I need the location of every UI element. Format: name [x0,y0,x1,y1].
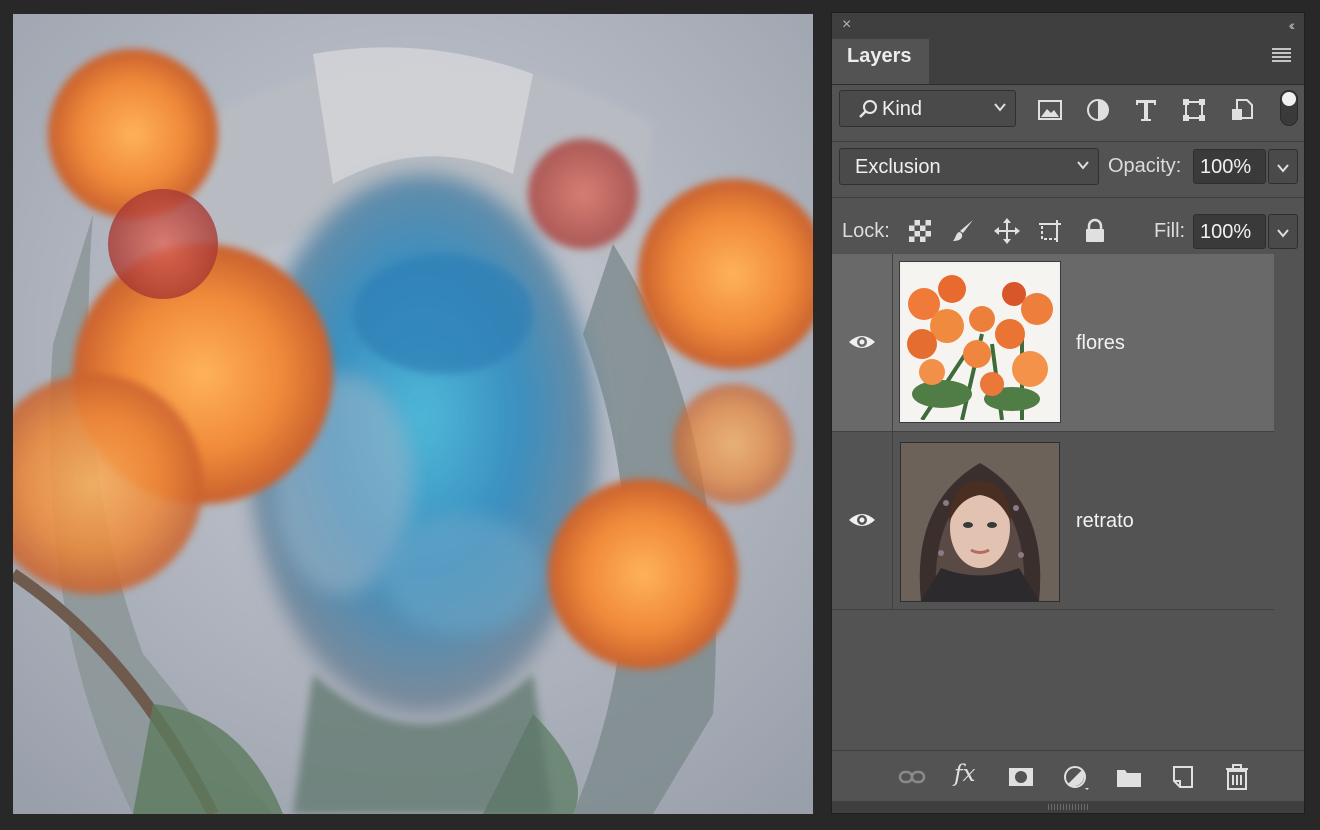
panel-title-bar: × ‹‹ [832,13,1304,39]
blend-mode-label: Exclusion [855,156,941,178]
layer-filter-row: Kind [832,85,1304,142]
portrait-thumbnail-image [901,443,1059,601]
kind-filter-dropdown[interactable]: Kind [839,90,1016,127]
canvas-artwork [13,14,813,814]
adjustment-filter-icon[interactable] [1085,97,1111,123]
lock-all-icon[interactable] [1082,218,1108,244]
new-layer-icon[interactable] [1169,764,1197,790]
chevron-down-icon [1077,161,1089,170]
smart-object-filter-icon[interactable] [1229,97,1255,123]
link-layers-icon[interactable] [898,764,926,790]
chevron-down-icon [1277,229,1289,238]
resize-grip-handle[interactable] [1048,804,1088,810]
layer-thumbnail-retrato[interactable] [900,442,1060,602]
adjustment-layer-icon[interactable] [1062,764,1090,790]
fill-slider-button[interactable] [1268,214,1298,249]
opacity-field[interactable]: 100% [1193,149,1266,184]
layer-name[interactable]: flores [1076,332,1125,355]
lock-image-pixels-icon[interactable] [951,218,977,244]
layer-name[interactable]: retrato [1076,510,1134,533]
panel-menu-icon[interactable] [1272,48,1291,62]
search-icon [859,100,877,118]
chevron-down-icon [994,103,1006,112]
close-panel-button[interactable]: × [842,17,856,33]
lock-label: Lock: [842,220,890,242]
opacity-label: Opacity: [1108,155,1182,177]
opacity-slider-button[interactable] [1268,149,1298,184]
visibility-column [832,254,893,431]
blend-mode-dropdown[interactable]: Exclusion [839,148,1099,185]
layer-thumbnail-flores[interactable] [900,262,1060,422]
tab-layers[interactable]: Layers [832,39,929,84]
filter-toggle-switch[interactable] [1280,90,1298,126]
collapse-panel-button[interactable]: ‹‹ [1289,17,1296,33]
lock-row: Lock: Fill: 100% [832,198,1304,255]
document-canvas[interactable] [13,14,813,814]
type-filter-icon[interactable] [1133,97,1159,123]
layer-row-flores[interactable]: flores [832,254,1274,432]
layer-row-retrato[interactable]: retrato [832,432,1274,610]
panel-resize-strip [832,801,1304,813]
layers-panel: × ‹‹ Layers Kind Exclusion Opacity: 100%… [831,12,1305,814]
kind-filter-label: Kind [882,98,923,120]
new-group-icon[interactable] [1115,764,1143,790]
lock-transparent-pixels-icon[interactable] [907,218,933,244]
layers-list: flores retrato [832,254,1304,750]
visibility-column [832,432,893,609]
fill-label: Fill: [1154,220,1186,242]
toggle-knob [1282,92,1296,106]
eye-icon[interactable] [848,510,876,530]
delete-layer-icon[interactable] [1223,764,1251,790]
fill-field[interactable]: 100% [1193,214,1266,249]
lock-artboard-icon[interactable] [1037,218,1063,244]
shape-filter-icon[interactable] [1181,97,1207,123]
blend-mode-row: Exclusion Opacity: 100% [832,142,1304,198]
panel-tab-row: Layers [832,39,1304,85]
chevron-down-icon [1277,164,1289,173]
image-filter-icon[interactable] [1037,97,1063,123]
layers-bottom-bar: fx [832,750,1304,803]
add-mask-icon[interactable] [1007,764,1035,790]
flowers-thumbnail-image [902,264,1058,420]
lock-position-icon[interactable] [994,218,1020,244]
layer-style-icon[interactable]: fx [954,761,982,787]
eye-icon[interactable] [848,332,876,352]
